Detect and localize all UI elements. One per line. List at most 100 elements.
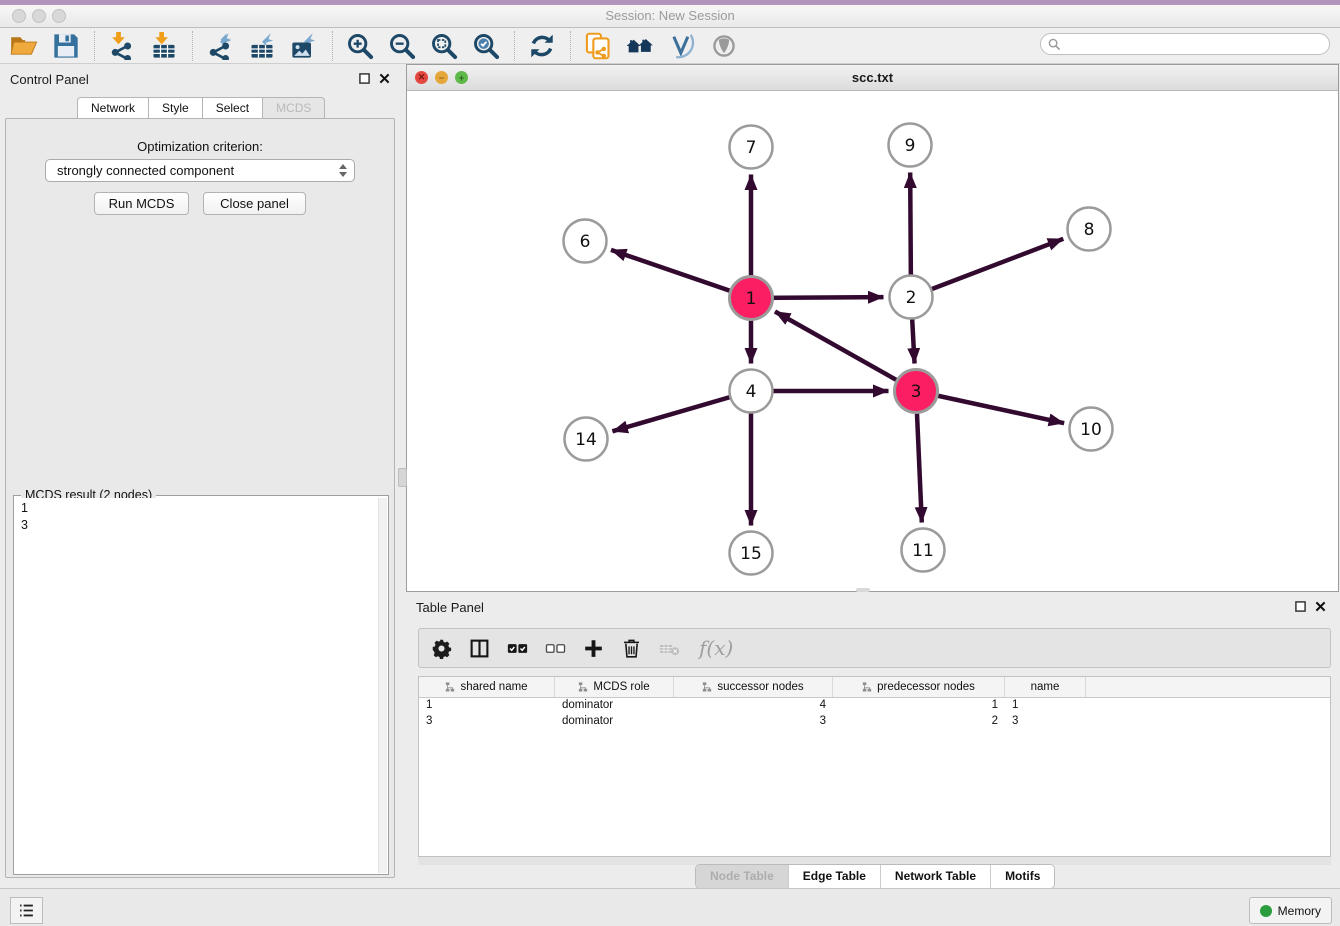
cell-name[interactable]: 3 [1005, 714, 1086, 730]
title-bar: Session: New Session [0, 5, 1340, 28]
criterion-value: strongly connected component [57, 163, 234, 178]
zoom-in-button[interactable] [346, 32, 374, 60]
optimization-criterion-label: Optimization criterion: [6, 139, 394, 154]
edge-3-1[interactable] [775, 312, 916, 391]
tab-node-table[interactable]: Node Table [696, 865, 789, 888]
table-panel: Table Panel [406, 592, 1340, 888]
search-box[interactable] [1040, 33, 1330, 55]
import-table-button[interactable] [150, 32, 178, 60]
memory-status-dot [1260, 905, 1272, 917]
cell-successor-nodes[interactable]: 3 [674, 714, 833, 730]
column-type-icon [578, 682, 588, 692]
mcds-result-text[interactable]: 1 3 [15, 498, 379, 873]
table-row[interactable]: 3 dominator 3 2 3 [419, 714, 1330, 730]
cell-predecessor-nodes[interactable]: 2 [833, 714, 1005, 730]
tab-motifs[interactable]: Motifs [991, 865, 1054, 888]
network-close-button[interactable]: ✕ [415, 71, 428, 84]
home-icon[interactable] [626, 32, 654, 60]
task-history-button[interactable] [10, 897, 43, 924]
control-panel: Control Panel Network Style Select MCDS … [0, 64, 400, 882]
delete-icon[interactable] [621, 638, 642, 659]
minimize-window-button[interactable] [32, 9, 46, 23]
column-header-predecessor-nodes[interactable]: predecessor nodes [833, 677, 1005, 697]
memory-label: Memory [1278, 904, 1321, 918]
tab-mcds[interactable]: MCDS [262, 97, 325, 119]
toolbar-separator [332, 31, 334, 61]
close-panel-button[interactable]: Close panel [203, 192, 306, 215]
open-session-button[interactable] [10, 32, 38, 60]
clone-network-button[interactable] [584, 32, 612, 60]
node-table[interactable]: shared name MCDS role successor nodes pr… [418, 676, 1331, 857]
table-tabs: Node Table Edge Table Network Table Moti… [695, 864, 1055, 889]
network-maximize-button[interactable]: + [455, 71, 468, 84]
float-table-panel-icon[interactable] [1295, 601, 1306, 612]
column-header-mcds-role[interactable]: MCDS role [555, 677, 674, 697]
cell-shared-name[interactable]: 1 [419, 698, 555, 714]
panel-divider-grip[interactable] [398, 468, 407, 487]
toolbar-separator [192, 31, 194, 61]
function-builder-icon[interactable]: f(x) [699, 636, 733, 660]
mcds-panel: Optimization criterion: strongly connect… [5, 118, 395, 878]
tab-edge-table[interactable]: Edge Table [789, 865, 881, 888]
close-panel-icon[interactable] [379, 73, 390, 84]
memory-button[interactable]: Memory [1249, 897, 1332, 924]
edge-2-8[interactable] [911, 239, 1063, 297]
import-network-button[interactable] [108, 32, 136, 60]
close-table-panel-icon[interactable] [1315, 601, 1326, 612]
save-session-button[interactable] [52, 32, 80, 60]
run-mcds-button[interactable]: Run MCDS [94, 192, 189, 215]
zoom-window-button[interactable] [52, 9, 66, 23]
add-icon[interactable] [583, 638, 604, 659]
export-table-button[interactable] [248, 32, 276, 60]
node-label-6: 6 [580, 232, 591, 252]
table-panel-title: Table Panel [416, 600, 484, 615]
column-header-successor-nodes[interactable]: successor nodes [674, 677, 833, 697]
refresh-button[interactable] [528, 32, 556, 60]
hide-style-icon[interactable] [668, 32, 696, 60]
tab-network-table[interactable]: Network Table [881, 865, 991, 888]
cell-successor-nodes[interactable]: 4 [674, 698, 833, 714]
network-minimize-button[interactable]: − [435, 71, 448, 84]
tab-select[interactable]: Select [202, 97, 262, 119]
cell-mcds-role[interactable]: dominator [555, 698, 674, 714]
control-panel-tabs: Network Style Select MCDS [77, 97, 325, 119]
control-panel-header: Control Panel [0, 64, 400, 92]
search-input[interactable] [1066, 34, 1329, 54]
cell-name[interactable]: 1 [1005, 698, 1086, 714]
show-columns-icon[interactable] [469, 638, 490, 659]
cell-predecessor-nodes[interactable]: 1 [833, 698, 1005, 714]
toolbar-separator [94, 31, 96, 61]
deselect-all-icon[interactable] [545, 638, 566, 659]
table-row[interactable]: 1 dominator 4 1 1 [419, 698, 1330, 714]
zoom-out-button[interactable] [388, 32, 416, 60]
delete-column-icon[interactable] [659, 638, 680, 659]
table-panel-header: Table Panel [406, 592, 1340, 622]
cell-mcds-role[interactable]: dominator [555, 714, 674, 730]
toolbar-separator [570, 31, 572, 61]
list-icon [18, 903, 35, 918]
mcds-result-group: MCDS result (2 nodes) 1 3 [13, 495, 389, 875]
export-network-button[interactable] [206, 32, 234, 60]
zoom-fit-button[interactable] [430, 32, 458, 60]
close-window-button[interactable] [12, 9, 26, 23]
column-type-icon [445, 682, 455, 692]
mcds-result-scrollbar[interactable] [378, 498, 387, 873]
zoom-selected-button[interactable] [472, 32, 500, 60]
network-window-title: scc.txt [407, 65, 1338, 90]
control-panel-title: Control Panel [10, 72, 89, 87]
export-image-button[interactable] [290, 32, 318, 60]
network-view-window: ✕ − + scc.txt 7968124314101511 [406, 64, 1339, 592]
network-graph[interactable]: 7968124314101511 [407, 91, 1338, 592]
tab-network[interactable]: Network [77, 97, 148, 119]
column-header-name[interactable]: name [1005, 677, 1086, 697]
float-panel-icon[interactable] [359, 73, 370, 84]
tab-style[interactable]: Style [148, 97, 202, 119]
cell-shared-name[interactable]: 3 [419, 714, 555, 730]
gear-icon[interactable] [431, 638, 452, 659]
network-window-titlebar: ✕ − + scc.txt [407, 65, 1338, 91]
criterion-select[interactable]: strongly connected component [45, 159, 355, 182]
select-all-icon[interactable] [507, 638, 528, 659]
column-header-shared-name[interactable]: shared name [419, 677, 555, 697]
node-label-1: 1 [746, 289, 757, 309]
eye-icon[interactable] [710, 32, 738, 60]
